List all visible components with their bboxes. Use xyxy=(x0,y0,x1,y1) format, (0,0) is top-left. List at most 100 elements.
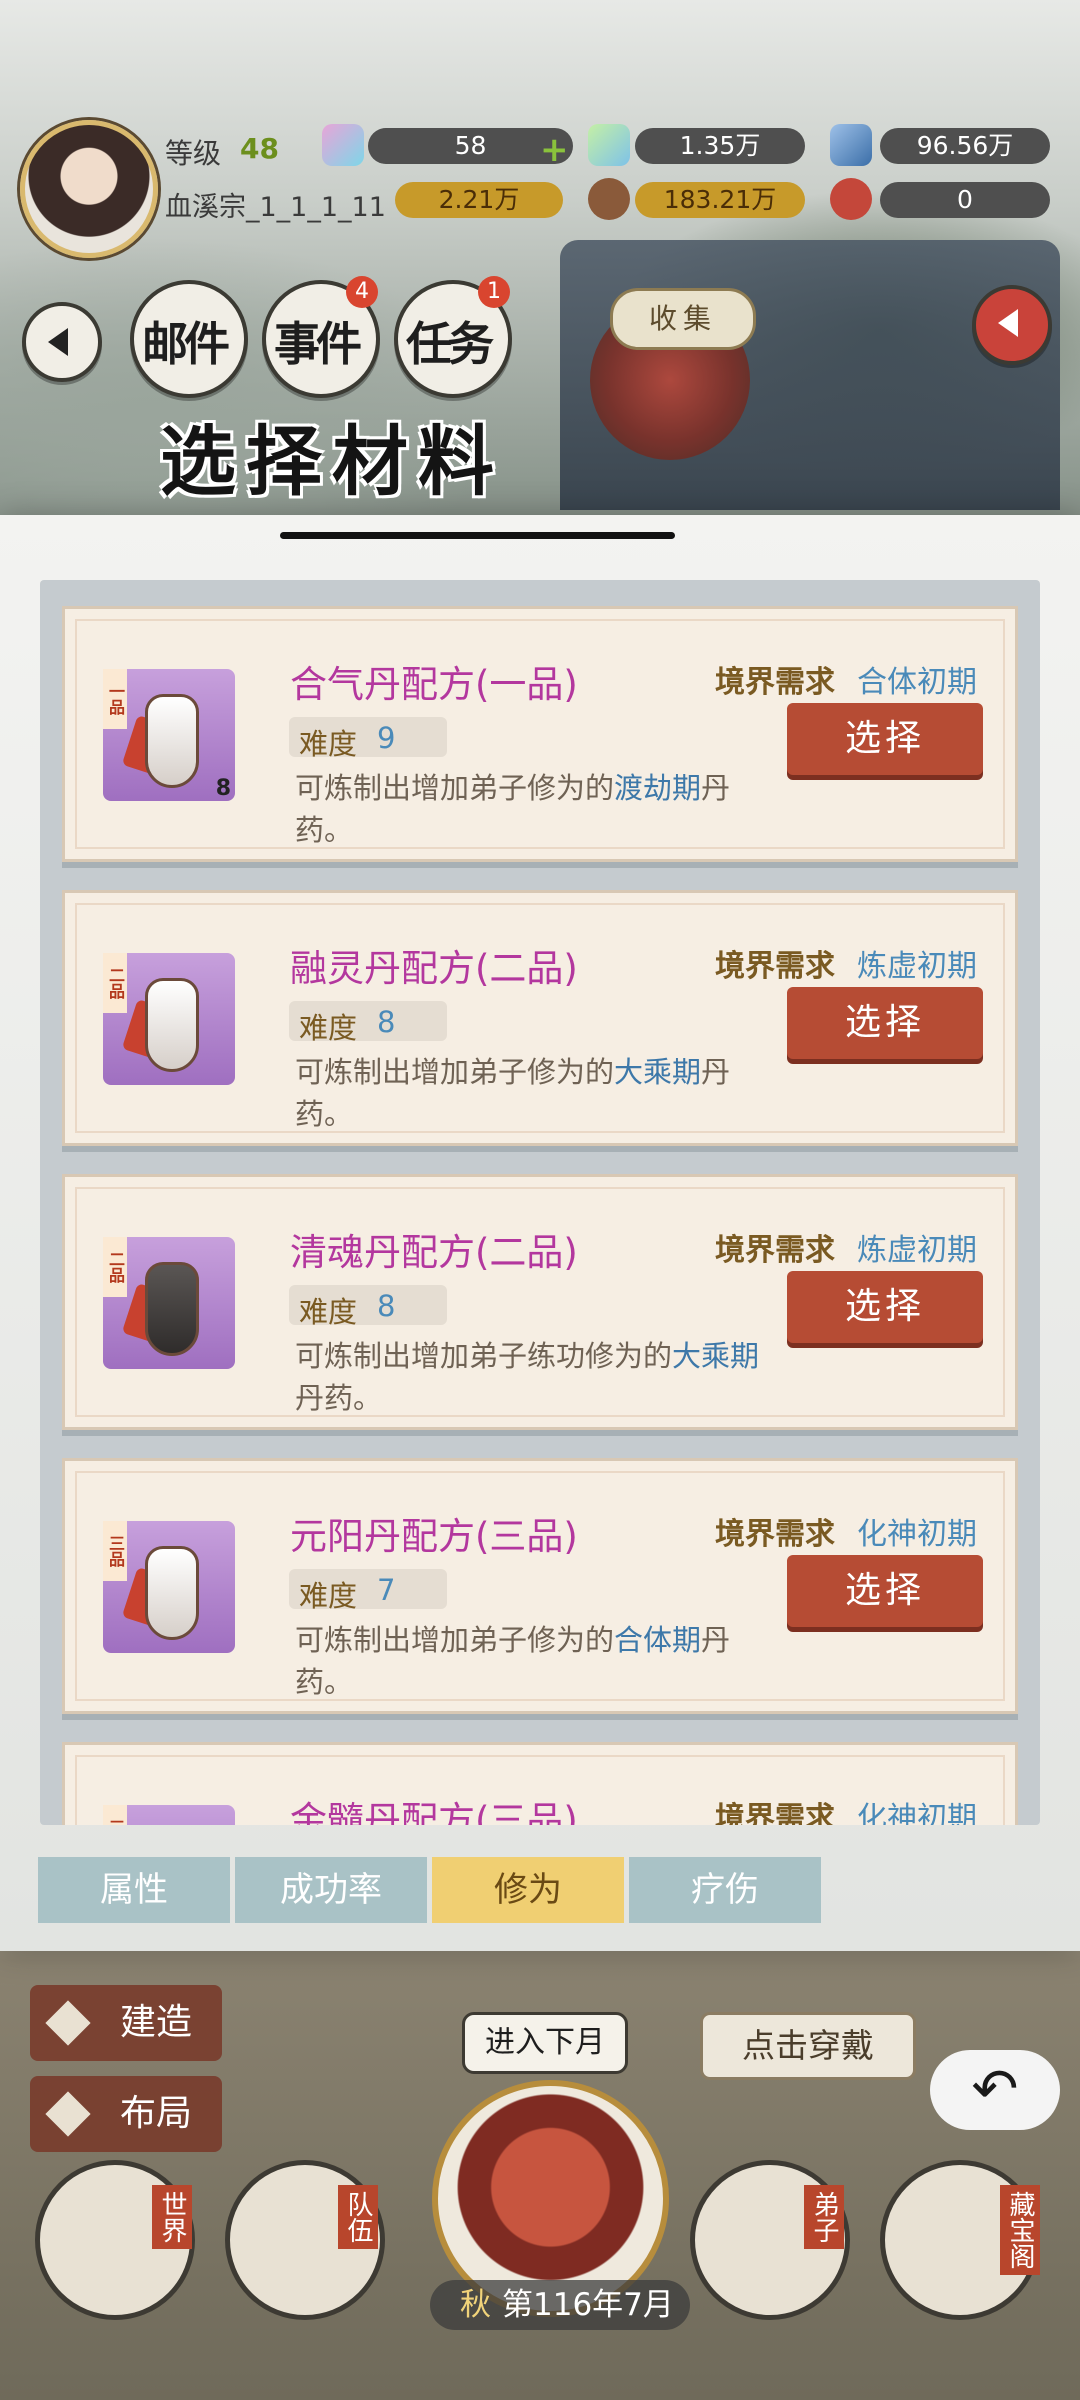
resource-wood: 183.21万 xyxy=(635,182,805,218)
pill-recipe-icon: 三品 xyxy=(103,1805,235,1825)
right-event-button[interactable] xyxy=(972,285,1052,365)
requirement-label: 境界需求 xyxy=(715,1233,835,1268)
difficulty-pill: 难度 7 xyxy=(289,1569,447,1613)
requirement-label: 境界需求 xyxy=(715,949,835,984)
grid-icon xyxy=(45,2091,91,2137)
requirement-label: 境界需求 xyxy=(715,665,835,700)
requirement-value: 炼虚初期 xyxy=(857,949,977,984)
item-count: 8 xyxy=(215,776,231,801)
treasure-label: 藏宝阁 xyxy=(1000,2185,1040,2275)
collect-button[interactable]: 收集 xyxy=(610,288,756,350)
requirement-value: 化神初期 xyxy=(857,1801,977,1825)
layout-button[interactable]: 布局 xyxy=(30,2076,222,2152)
requirement-value: 炼虚初期 xyxy=(857,1233,977,1268)
tasks-badge: 1 xyxy=(478,276,510,308)
recipe-card: 二品 融灵丹配方(二品) 境界需求 炼虚初期 难度 8 可炼制出增加弟子修为的大… xyxy=(62,890,1018,1146)
grade-tag: 二品 xyxy=(103,1237,127,1297)
recipe-name: 金髓丹配方(三品) xyxy=(290,1799,578,1825)
title-underline xyxy=(280,532,675,539)
select-button[interactable]: 选择 xyxy=(787,703,983,775)
desc-text: 可炼制出增加弟子练功修为的 xyxy=(295,1339,673,1373)
select-button[interactable]: 选择 xyxy=(787,1555,983,1627)
panel-title: 选择材料 xyxy=(160,417,504,506)
recipe-description: 可炼制出增加弟子修为的合体期丹药。 xyxy=(295,1619,785,1703)
difficulty-value: 7 xyxy=(377,1573,396,1607)
recipe-description: 可炼制出增加弟子修为的渡劫期丹药。 xyxy=(295,767,785,851)
recipe-name: 融灵丹配方(二品) xyxy=(290,947,578,990)
tab-healing[interactable]: 疗伤 xyxy=(629,1857,821,1923)
build-button[interactable]: 建造 xyxy=(30,1985,222,2061)
events-label: 事件 xyxy=(274,317,362,371)
red-flower-icon xyxy=(830,178,872,220)
resource-flower: 0 xyxy=(880,182,1050,218)
difficulty-label: 难度 xyxy=(299,1295,358,1329)
pill-recipe-icon: 三品 xyxy=(103,1521,235,1653)
arrow-left-icon xyxy=(998,309,1018,337)
wood-icon xyxy=(588,178,630,220)
difficulty-pill: 难度 8 xyxy=(289,1001,447,1045)
grade-tag: 一品 xyxy=(103,669,127,729)
recipe-description: 可炼制出增加弟子修为的大乘期丹药。 xyxy=(295,1051,785,1135)
back-icon[interactable]: ↶ xyxy=(930,2050,1060,2130)
difficulty-value: 8 xyxy=(377,1005,396,1039)
recipe-card: 三品 金髓丹配方(三品) 境界需求 化神初期 xyxy=(62,1742,1018,1825)
recipe-card: 二品 清魂丹配方(二品) 境界需求 炼虚初期 难度 8 可炼制出增加弟子练功修为… xyxy=(62,1174,1018,1430)
requirement-label: 境界需求 xyxy=(715,1801,835,1825)
recipe-list[interactable]: 一品 8 合气丹配方(一品) 境界需求 合体初期 难度 9 可炼制出增加弟子修为… xyxy=(40,580,1040,1825)
arrow-left-icon xyxy=(48,328,68,356)
recipe-card: 三品 元阳丹配方(三品) 境界需求 化神初期 难度 7 可炼制出增加弟子修为的合… xyxy=(62,1458,1018,1714)
difficulty-pill: 难度 9 xyxy=(289,717,447,761)
layout-label: 布局 xyxy=(120,2093,193,2134)
requirement-label: 境界需求 xyxy=(715,1517,835,1552)
build-label: 建造 xyxy=(120,2002,193,2043)
sect-name: 血溪宗_1_1_1_11 xyxy=(165,192,386,223)
add-resource-button[interactable]: + xyxy=(540,132,569,168)
difficulty-label: 难度 xyxy=(299,1011,358,1045)
date-bar: 秋 第116年7月 xyxy=(430,2280,690,2330)
select-button[interactable]: 选择 xyxy=(787,987,983,1059)
requirement-value: 合体初期 xyxy=(857,665,977,700)
level-value: 48 xyxy=(240,132,279,165)
difficulty-value: 9 xyxy=(377,721,396,755)
blue-gem-icon xyxy=(830,124,872,166)
pill-recipe-icon: 一品 8 xyxy=(103,669,235,801)
events-badge: 4 xyxy=(346,276,378,308)
mail-label: 邮件 xyxy=(142,317,230,371)
left-arrow-button[interactable] xyxy=(22,302,102,382)
resource-crystal: 1.35万 xyxy=(635,128,805,164)
grade-tag: 三品 xyxy=(103,1521,127,1581)
house-icon xyxy=(45,2000,91,2046)
tasks-button[interactable]: 任务 1 xyxy=(394,276,512,398)
wear-equipment-button[interactable]: 点击穿戴 xyxy=(700,2012,916,2080)
difficulty-pill: 难度 8 xyxy=(289,1285,447,1329)
season-label: 秋 xyxy=(460,2287,491,2323)
avatar[interactable] xyxy=(20,120,158,258)
tab-attributes[interactable]: 属性 xyxy=(38,1857,230,1923)
pill-recipe-icon: 二品 xyxy=(103,1237,235,1369)
tab-success-rate[interactable]: 成功率 xyxy=(235,1857,427,1923)
bottle-icon xyxy=(145,1546,199,1640)
tab-cultivation[interactable]: 修为 xyxy=(432,1857,624,1923)
date-label: 第116年7月 xyxy=(502,2287,674,2323)
bottle-icon xyxy=(145,978,199,1072)
grade-tag: 三品 xyxy=(103,1805,127,1825)
desc-highlight: 渡劫期 xyxy=(614,771,702,805)
spirit-stone-icon xyxy=(322,124,364,166)
bottle-icon xyxy=(145,694,199,788)
difficulty-label: 难度 xyxy=(299,1579,358,1613)
recipe-description: 可炼制出增加弟子练功修为的大乘期丹药。 xyxy=(295,1335,785,1419)
next-month-button[interactable]: 进入下月 xyxy=(462,2012,628,2074)
grade-tag: 二品 xyxy=(103,953,127,1013)
world-label: 世界 xyxy=(152,2185,192,2249)
pill-recipe-icon: 二品 xyxy=(103,953,235,1085)
mail-button[interactable]: 邮件 xyxy=(130,280,248,398)
tasks-label: 任务 xyxy=(406,317,494,371)
recipe-name: 清魂丹配方(二品) xyxy=(290,1231,578,1274)
desc-highlight: 大乘期 xyxy=(614,1055,702,1089)
events-button[interactable]: 事件 4 xyxy=(262,276,380,398)
disciples-label: 弟子 xyxy=(804,2185,844,2249)
desc-text: 可炼制出增加弟子修为的 xyxy=(295,771,615,805)
desc-text: 可炼制出增加弟子修为的 xyxy=(295,1623,615,1657)
recipe-name: 合气丹配方(一品) xyxy=(290,663,578,706)
select-button[interactable]: 选择 xyxy=(787,1271,983,1343)
